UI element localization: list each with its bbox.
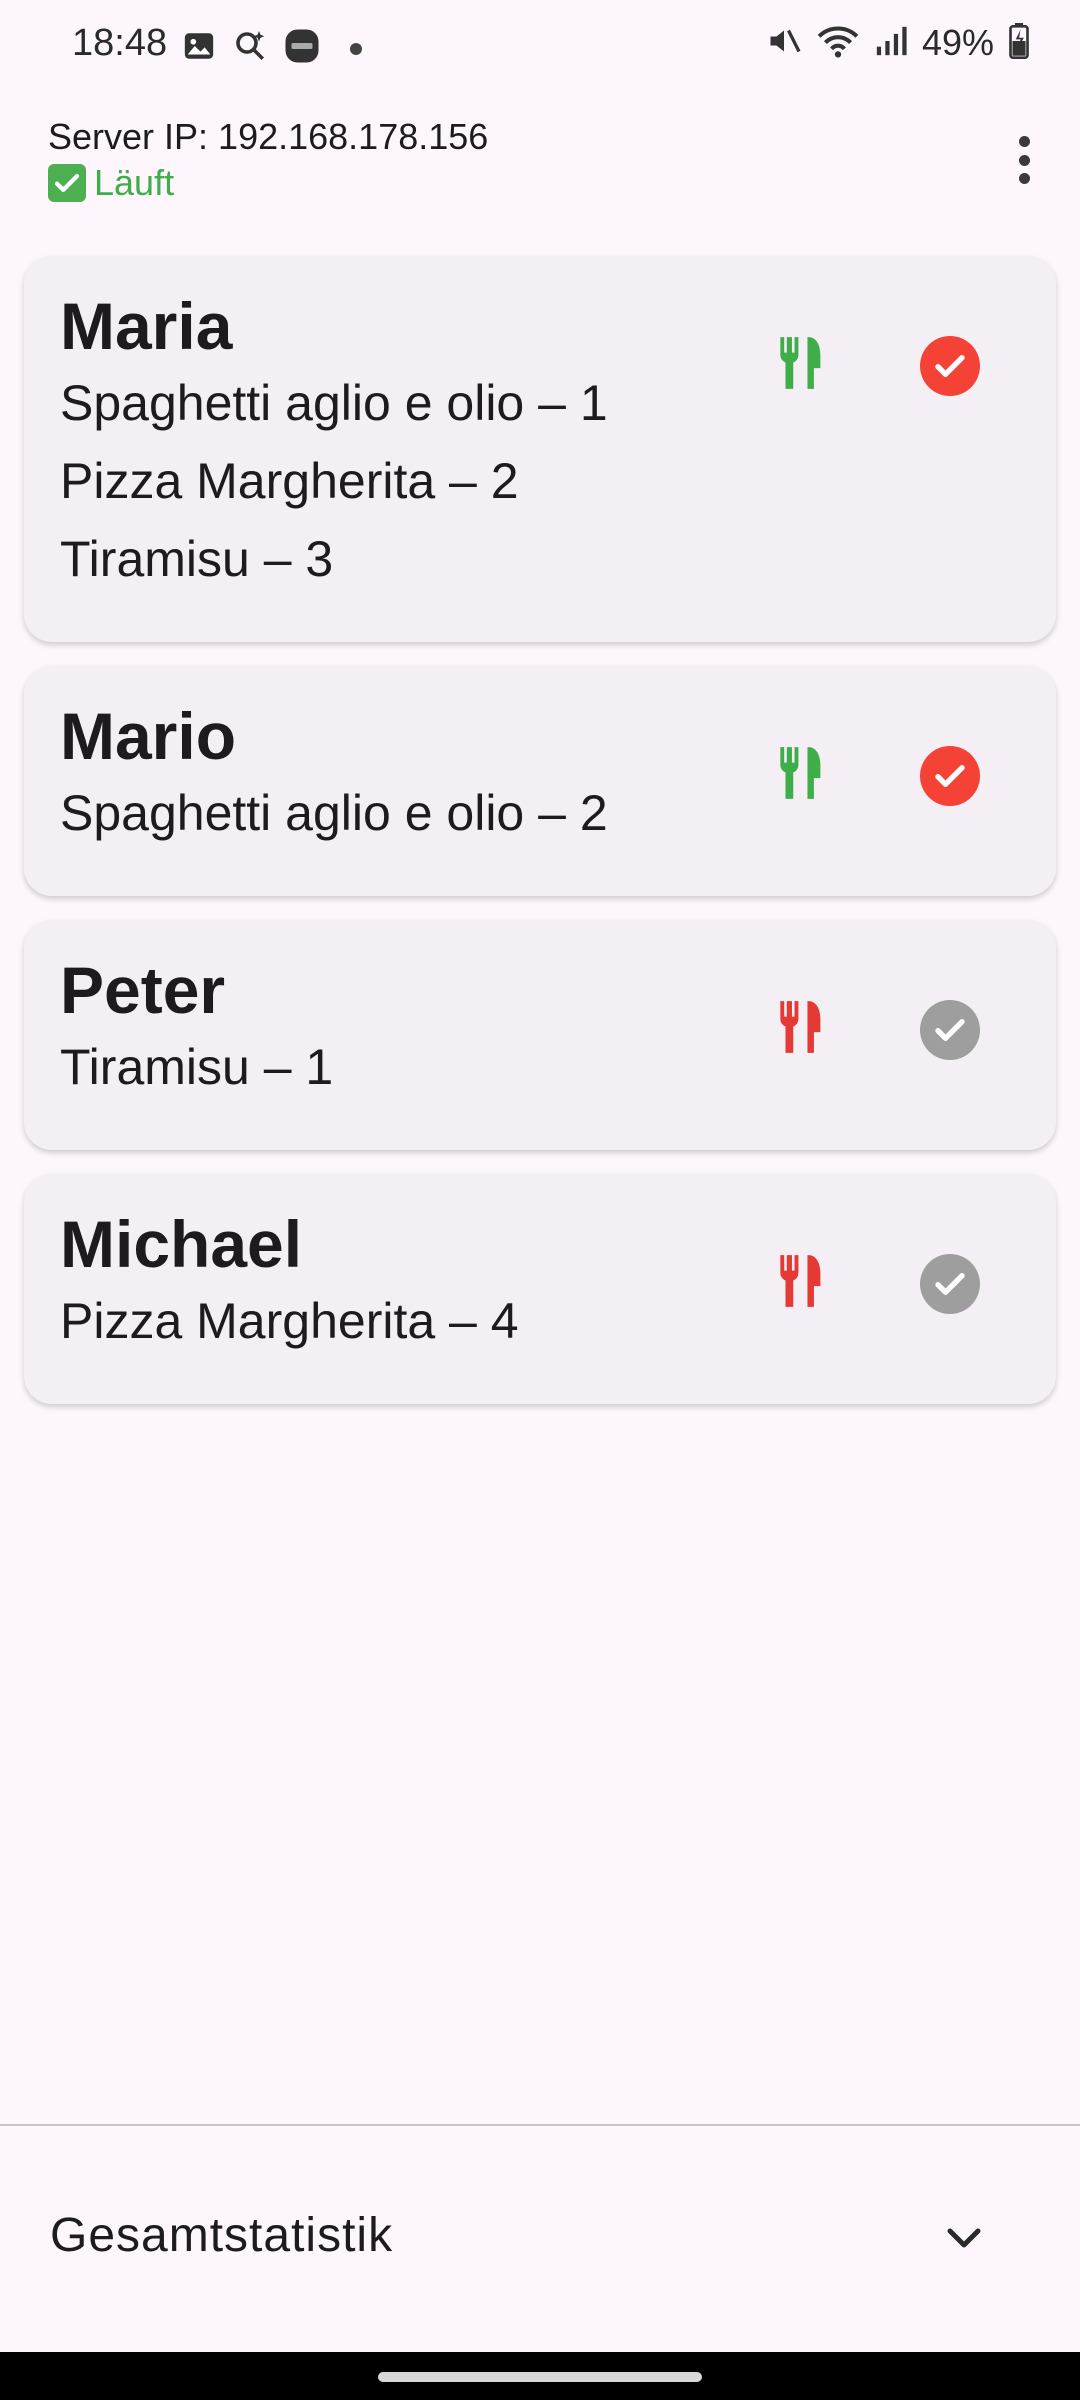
cutlery-icon[interactable] bbox=[770, 742, 832, 809]
order-card[interactable]: Peter Tiramisu – 1 bbox=[24, 920, 1056, 1150]
status-right-icons: 49% bbox=[766, 22, 1030, 64]
battery-icon bbox=[1008, 22, 1030, 64]
system-nav-bar bbox=[0, 2352, 1080, 2400]
server-status-text: Läuft bbox=[94, 162, 175, 203]
home-gesture-handle[interactable] bbox=[378, 2372, 702, 2382]
order-card[interactable]: Michael Pizza Margherita – 4 bbox=[24, 1174, 1056, 1404]
cutlery-icon[interactable] bbox=[770, 1250, 832, 1317]
cutlery-icon[interactable] bbox=[770, 996, 832, 1063]
cutlery-icon[interactable] bbox=[770, 332, 832, 399]
stats-title: Gesamtstatistik bbox=[50, 2209, 394, 2262]
status-bar: 18:48 49% bbox=[0, 0, 1080, 96]
status-left-icons bbox=[182, 28, 362, 69]
order-actions bbox=[770, 1250, 980, 1317]
server-header: Server IP: 192.168.178.156 Läuft bbox=[48, 116, 488, 204]
order-card[interactable]: Mario Spaghetti aglio e olio – 2 bbox=[24, 666, 1056, 896]
check-circle-icon[interactable] bbox=[920, 999, 980, 1060]
order-actions bbox=[770, 742, 980, 809]
news-app-icon bbox=[284, 28, 320, 69]
wifi-icon bbox=[816, 23, 860, 64]
overflow-menu-button[interactable] bbox=[1004, 130, 1044, 190]
order-actions bbox=[770, 332, 980, 399]
check-circle-icon[interactable] bbox=[920, 745, 980, 806]
signal-icon bbox=[874, 24, 908, 63]
mute-icon bbox=[766, 23, 802, 64]
order-item: Pizza Margherita – 2 bbox=[60, 453, 519, 509]
gallery-icon bbox=[182, 29, 216, 68]
more-vert-icon bbox=[1018, 136, 1030, 147]
check-circle-icon[interactable] bbox=[920, 1253, 980, 1314]
order-list: Maria Spaghetti aglio e olio – 1 Pizza Mar… bbox=[24, 256, 1056, 1428]
order-item: Tiramisu – 3 bbox=[60, 531, 334, 587]
notification-dot-icon bbox=[350, 42, 362, 55]
status-time: 18:48 bbox=[72, 22, 168, 64]
check-circle-icon[interactable] bbox=[920, 335, 980, 396]
search-sparkle-icon bbox=[232, 28, 268, 69]
chevron-down-icon[interactable] bbox=[944, 2224, 984, 2257]
order-card[interactable]: Maria Spaghetti aglio e olio – 1 Pizza Mar… bbox=[24, 256, 1056, 642]
checkmark-icon bbox=[48, 164, 86, 202]
order-actions bbox=[770, 996, 980, 1063]
stats-expander[interactable]: Gesamtstatistik bbox=[0, 2126, 1080, 2352]
server-status: Läuft bbox=[48, 162, 488, 204]
battery-percent: 49% bbox=[921, 22, 994, 63]
server-ip-label: Server IP: 192.168.178.156 bbox=[48, 116, 489, 157]
